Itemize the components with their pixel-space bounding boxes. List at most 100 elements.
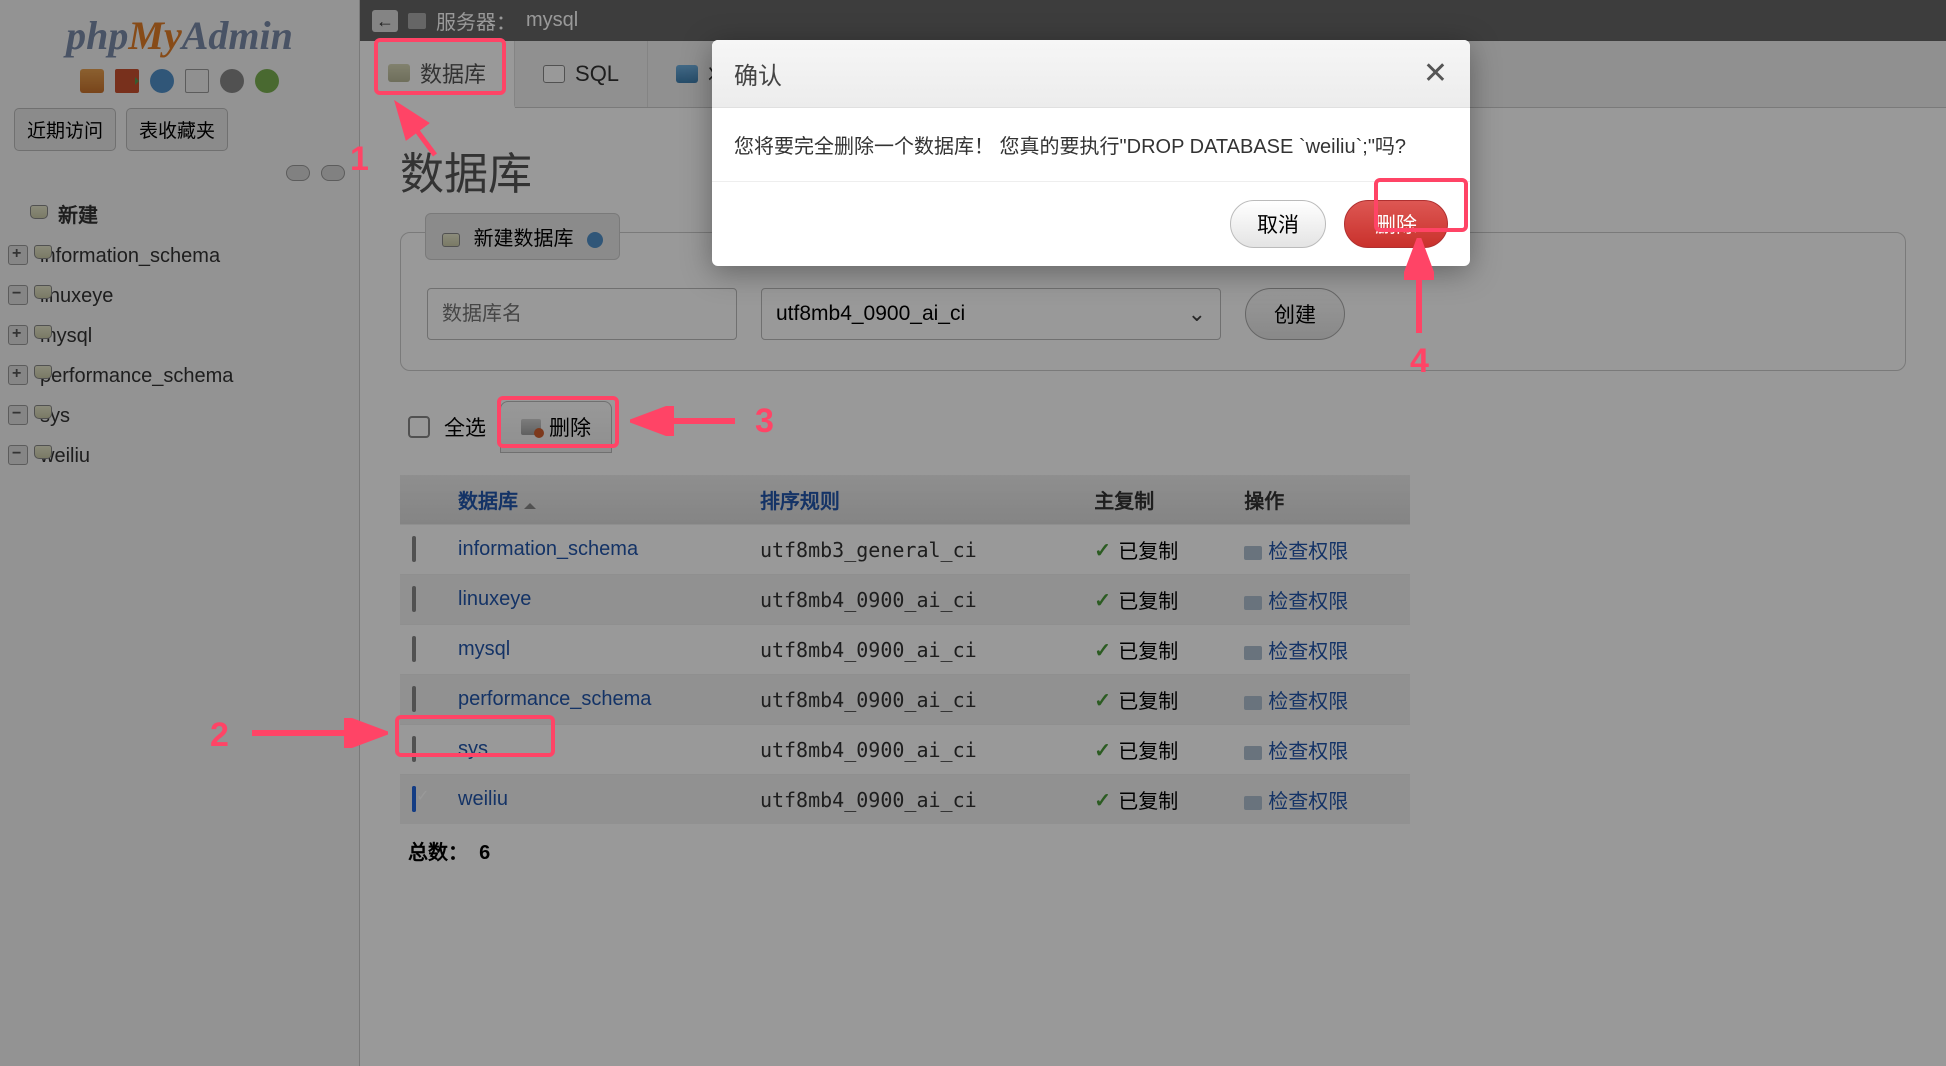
status-icon (676, 65, 698, 83)
th-database[interactable]: 数据库 (446, 475, 748, 525)
logout-icon[interactable] (115, 69, 139, 93)
logo-php: php (66, 13, 128, 58)
db-link[interactable]: information_schema (458, 538, 638, 560)
row-checkbox[interactable] (412, 736, 416, 762)
db-link[interactable]: mysql (458, 638, 510, 660)
tree-new[interactable]: 新建 (8, 196, 351, 236)
cancel-button[interactable]: 取消 (1230, 200, 1326, 248)
tab-favorites[interactable]: 表收藏夹 (126, 108, 228, 151)
server-label: 服务器： (436, 6, 516, 35)
tree-item-label: performance_schema (40, 365, 233, 387)
db-link[interactable]: linuxeye (458, 588, 531, 610)
row-checkbox[interactable] (412, 686, 416, 712)
row-checkbox[interactable] (412, 786, 416, 812)
tree-new-label: 新建 (58, 205, 98, 227)
table-row: sysutf8mb4_0900_ai_ci已复制检查权限 (400, 725, 1410, 775)
db-name-input[interactable] (427, 288, 737, 340)
database-icon (34, 285, 52, 299)
tree-item-mysql[interactable]: mysql (8, 316, 351, 356)
tab-databases-label: 数据库 (420, 57, 486, 89)
db-link[interactable]: performance_schema (458, 688, 651, 710)
db-tree: 新建 information_schema linuxeyemysql perfor… (0, 196, 359, 476)
row-checkbox[interactable] (412, 536, 416, 562)
collation-cell: utf8mb3_general_ci (748, 525, 1082, 575)
total-label: 总数： (408, 842, 468, 864)
back-icon[interactable]: ← (372, 10, 398, 32)
table-row: performance_schemautf8mb4_0900_ai_ci已复制检… (400, 675, 1410, 725)
check-icon (1094, 644, 1112, 658)
replication-cell: 已复制 (1082, 575, 1232, 625)
bulk-delete-label: 删除 (549, 412, 591, 442)
database-icon (34, 245, 52, 259)
select-all-checkbox[interactable] (408, 416, 430, 438)
privileges-icon (1244, 646, 1262, 660)
tab-databases[interactable]: 数据库 (360, 41, 515, 108)
table-row: weiliuutf8mb4_0900_ai_ci已复制检查权限 (400, 775, 1410, 825)
databases-table: 数据库 排序规则 主复制 操作 information_schemautf8mb… (400, 475, 1410, 824)
row-checkbox[interactable] (412, 586, 416, 612)
confirm-delete-button[interactable]: 删除 (1344, 200, 1448, 248)
check-privileges-link[interactable]: 检查权限 (1268, 791, 1348, 813)
check-privileges-link[interactable]: 检查权限 (1268, 591, 1348, 613)
collation-cell: utf8mb4_0900_ai_ci (748, 775, 1082, 825)
link-icon[interactable] (321, 165, 345, 181)
check-privileges-link[interactable]: 检查权限 (1268, 641, 1348, 663)
db-link[interactable]: weiliu (458, 788, 508, 810)
create-button[interactable]: 创建 (1245, 288, 1345, 340)
tree-item-sys[interactable]: sys (8, 396, 351, 436)
bulk-delete-button[interactable]: 删除 (500, 401, 612, 453)
sort-asc-icon (524, 497, 536, 509)
create-panel-head: 新建数据库 (425, 213, 620, 260)
tree-item-linuxeye[interactable]: linuxeye (8, 276, 351, 316)
server-bar: ← 服务器： mysql (360, 0, 1946, 41)
settings-icon[interactable] (220, 69, 244, 93)
check-icon (1094, 794, 1112, 808)
privileges-icon (1244, 596, 1262, 610)
tab-recent[interactable]: 近期访问 (14, 108, 116, 151)
collapse-icon[interactable] (286, 165, 310, 181)
create-panel-title: 新建数据库 (474, 228, 574, 250)
help-icon[interactable] (150, 69, 174, 93)
th-collation[interactable]: 排序规则 (748, 475, 1082, 525)
table-row: linuxeye utf8mb4_0900_ai_ci已复制 检查权限 (400, 575, 1410, 625)
tree-item-performance_schema[interactable]: performance_schema (8, 356, 351, 396)
bulk-actions: 全选 删除 (400, 401, 1906, 453)
collation-select[interactable]: utf8mb4_0900_ai_ci ⌄ (761, 288, 1221, 340)
server-name: mysql (526, 9, 578, 32)
chevron-down-icon: ⌄ (1188, 301, 1206, 327)
tab-sql[interactable]: SQL (515, 41, 648, 107)
database-icon (34, 405, 52, 419)
replication-cell: 已复制 (1082, 525, 1232, 575)
tab-sql-label: SQL (575, 61, 619, 87)
database-icon (34, 365, 52, 379)
th-ops: 操作 (1232, 475, 1410, 525)
table-row: information_schema utf8mb3_general_ci已复制 检… (400, 525, 1410, 575)
check-privileges-link[interactable]: 检查权限 (1268, 741, 1348, 763)
row-checkbox[interactable] (412, 636, 416, 662)
confirm-modal: 确认 ✕ 您将要完全删除一个数据库！ 您真的要执行"DROP DATABASE … (712, 40, 1470, 266)
logo-admin: Admin (182, 13, 293, 58)
replication-cell: 已复制 (1082, 675, 1232, 725)
tree-item-weiliu[interactable]: weiliu (8, 436, 351, 476)
tree-item-label: information_schema (40, 245, 220, 267)
delete-icon (521, 419, 541, 435)
collation-value: utf8mb4_0900_ai_ci (776, 302, 965, 326)
sql-icon (543, 65, 565, 83)
check-icon (1094, 594, 1112, 608)
collation-cell: utf8mb4_0900_ai_ci (748, 725, 1082, 775)
db-link[interactable]: sys (458, 738, 488, 760)
check-icon (1094, 544, 1112, 558)
privileges-icon (1244, 746, 1262, 760)
home-icon[interactable] (80, 69, 104, 93)
check-privileges-link[interactable]: 检查权限 (1268, 691, 1348, 713)
tree-item-information_schema[interactable]: information_schema (8, 236, 351, 276)
collation-cell: utf8mb4_0900_ai_ci (748, 575, 1082, 625)
total-count: 6 (479, 842, 490, 864)
docs-icon[interactable] (185, 69, 209, 93)
database-icon (34, 325, 52, 339)
modal-title: 确认 (734, 56, 782, 91)
reload-icon[interactable] (255, 69, 279, 93)
help-icon[interactable] (587, 232, 603, 248)
check-privileges-link[interactable]: 检查权限 (1268, 541, 1348, 563)
close-icon[interactable]: ✕ (1423, 59, 1448, 89)
